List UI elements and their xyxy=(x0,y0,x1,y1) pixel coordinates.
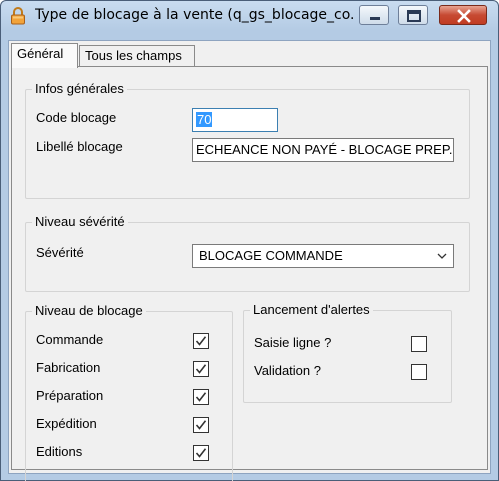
group-niveau-blocage: Niveau de blocage Commande Fabrication P… xyxy=(25,303,233,481)
tab-general[interactable]: Général xyxy=(11,43,78,68)
maximize-icon xyxy=(407,10,421,22)
maximize-button[interactable] xyxy=(398,5,428,25)
fabrication-checkbox[interactable] xyxy=(193,361,209,377)
checkmark-icon xyxy=(195,336,207,346)
close-icon xyxy=(457,9,471,23)
libelle-blocage-input[interactable]: ECHEANCE NON PAYÉ - BLOCAGE PREP. xyxy=(192,138,454,162)
validation-label: Validation ? xyxy=(254,363,321,378)
group-title-niveau-blocage: Niveau de blocage xyxy=(32,303,146,318)
expedition-checkbox[interactable] xyxy=(193,417,209,433)
tab-panel-general: Infos générales Code blocage 70 Libellé … xyxy=(11,66,488,481)
checkmark-icon xyxy=(195,420,207,430)
saisie-ligne-label: Saisie ligne ? xyxy=(254,335,332,350)
commande-label: Commande xyxy=(36,332,104,347)
code-blocage-value: 70 xyxy=(196,112,213,127)
checkmark-icon xyxy=(195,392,207,402)
title-bar[interactable]: Type de blocage à la vente (q_gs_blocage… xyxy=(1,1,498,31)
group-title-infos-generales: Infos générales xyxy=(32,81,127,96)
group-lancement-alertes: Lancement d'alertes Saisie ligne ? Valid… xyxy=(243,302,452,403)
fabrication-label: Fabrication xyxy=(36,360,101,375)
minimize-icon xyxy=(370,17,380,20)
editions-checkbox[interactable] xyxy=(193,445,209,461)
minimize-button[interactable] xyxy=(359,5,389,25)
group-title-lancement-alertes: Lancement d'alertes xyxy=(250,302,373,317)
saisie-ligne-checkbox[interactable] xyxy=(411,336,427,352)
code-blocage-input[interactable]: 70 xyxy=(192,108,278,132)
chevron-down-icon xyxy=(437,253,447,259)
severite-value: BLOCAGE COMMANDE xyxy=(199,248,343,263)
severite-select[interactable]: BLOCAGE COMMANDE xyxy=(192,244,454,268)
commande-checkbox[interactable] xyxy=(193,333,209,349)
checkmark-icon xyxy=(195,364,207,374)
window-title: Type de blocage à la vente (q_gs_blocage… xyxy=(35,7,355,23)
lock-icon xyxy=(11,7,25,25)
group-infos-generales: Infos générales Code blocage 70 Libellé … xyxy=(25,81,470,199)
preparation-checkbox[interactable] xyxy=(193,389,209,405)
group-title-niveau-severite: Niveau sévérité xyxy=(32,214,128,229)
group-niveau-severite: Niveau sévérité Sévérité BLOCAGE COMMAND… xyxy=(25,214,470,292)
dialog-window: Type de blocage à la vente (q_gs_blocage… xyxy=(0,0,499,481)
preparation-label: Préparation xyxy=(36,388,104,403)
editions-label: Editions xyxy=(36,444,83,459)
close-button[interactable] xyxy=(439,5,487,25)
dialog-client-area: Général Tous les champs Infos générales … xyxy=(8,40,491,481)
tab-tous-les-champs[interactable]: Tous les champs xyxy=(79,45,195,67)
checkmark-icon xyxy=(195,448,207,458)
libelle-blocage-label: Libellé blocage xyxy=(36,139,123,154)
validation-checkbox[interactable] xyxy=(411,364,427,380)
code-blocage-label: Code blocage xyxy=(36,110,117,125)
severite-label: Sévérité xyxy=(36,245,84,260)
expedition-label: Expédition xyxy=(36,416,97,431)
